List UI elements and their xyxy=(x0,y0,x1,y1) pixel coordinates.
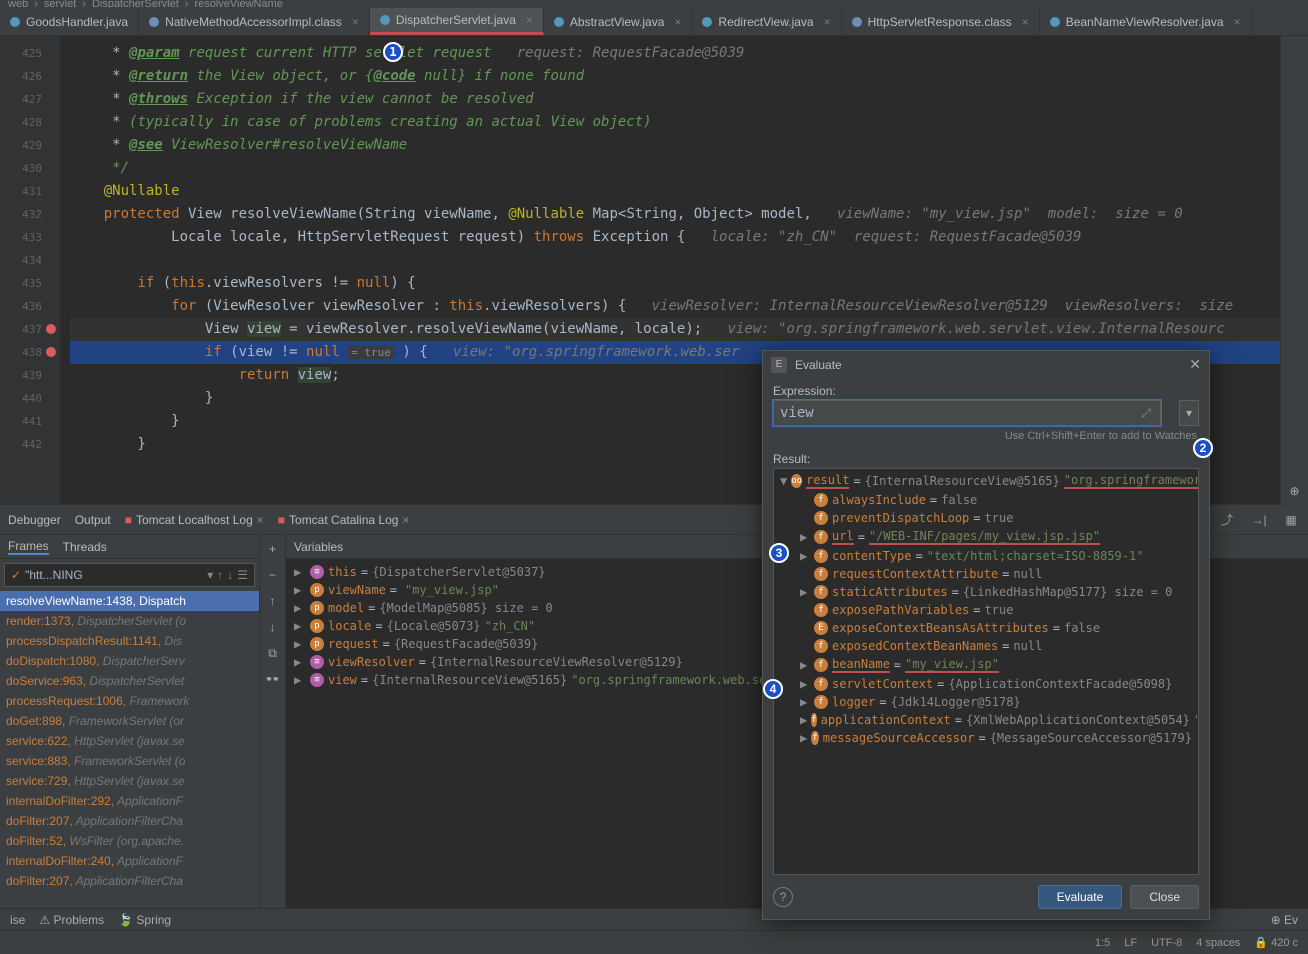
evaluate-dialog: E Evaluate ✕ Expression: ⤢ ▾ Use Ctrl+Sh… xyxy=(762,350,1210,920)
evaluate-icon: E xyxy=(771,357,787,373)
result-row[interactable]: ▼oo result = {InternalResourceView@5165}… xyxy=(776,471,1196,491)
remove-watch-icon[interactable]: − xyxy=(263,565,283,585)
evaluate-hint: Use Ctrl+Shift+Enter to add to Watches xyxy=(763,426,1209,446)
event-log-icon[interactable]: ⊕ Ev xyxy=(1271,913,1298,927)
stack-frame[interactable]: render:1373, DispatcherServlet (o xyxy=(0,611,259,631)
up-icon[interactable]: ↑ xyxy=(263,591,283,611)
close-icon[interactable]: ✕ xyxy=(1189,356,1201,373)
copy-icon[interactable]: ⧉ xyxy=(263,643,283,663)
close-button[interactable]: Close xyxy=(1130,885,1199,909)
result-row[interactable]: ▶f logger = {Jdk14Logger@5178} xyxy=(776,693,1196,711)
tab-tomcat-catalina[interactable]: ■ Tomcat Catalina Log × xyxy=(278,513,410,527)
stack-frame[interactable]: internalDoFilter:292, ApplicationF xyxy=(0,791,259,811)
glasses-icon[interactable]: 👓 xyxy=(263,669,283,689)
stack-list[interactable]: resolveViewName:1438, Dispatchrender:137… xyxy=(0,591,259,922)
line-gutter: 4254264274284294304314324334344354364374… xyxy=(0,36,60,504)
caret-position[interactable]: 1:5 xyxy=(1095,937,1110,949)
ise-tab[interactable]: ise xyxy=(10,913,25,927)
editor-tabbar: GoodsHandler.javaNativeMethodAccessorImp… xyxy=(0,8,1308,36)
run-to-cursor-icon[interactable]: →| xyxy=(1250,511,1268,529)
evaluate-title: Evaluate xyxy=(795,358,842,372)
editor-tab[interactable]: BeanNameViewResolver.java× xyxy=(1040,8,1252,35)
line-ending[interactable]: LF xyxy=(1124,937,1137,949)
result-row[interactable]: f exposedContextBeanNames = null xyxy=(776,637,1196,655)
expression-input[interactable] xyxy=(773,400,1161,426)
gear-icon[interactable]: ⊕ xyxy=(1286,482,1304,500)
threads-tab[interactable]: Threads xyxy=(63,540,107,554)
result-row[interactable]: f requestContextAttribute = null xyxy=(776,565,1196,583)
editor-tab[interactable]: NativeMethodAccessorImpl.class× xyxy=(139,8,370,35)
help-icon[interactable]: ? xyxy=(773,887,793,907)
expression-history-dropdown[interactable]: ▾ xyxy=(1179,400,1199,426)
tab-debugger[interactable]: Debugger xyxy=(8,513,61,527)
spring-tab[interactable]: 🍃 Spring xyxy=(118,913,171,927)
editor-tab[interactable]: AbstractView.java× xyxy=(544,8,693,35)
editor-right-strip: ⊕ xyxy=(1280,36,1308,506)
stack-frame[interactable]: doFilter:207, ApplicationFilterCha xyxy=(0,811,259,831)
vars-toolbar: + − ↑ ↓ ⧉ 👓 xyxy=(260,535,286,922)
stack-frame[interactable]: processRequest:1006, Framework xyxy=(0,691,259,711)
result-tree[interactable]: ▼oo result = {InternalResourceView@5165}… xyxy=(773,468,1199,875)
tab-output[interactable]: Output xyxy=(75,513,111,527)
result-row[interactable]: ▶f servletContext = {ApplicationContextF… xyxy=(776,675,1196,693)
stack-frame[interactable]: doGet:898, FrameworkServlet (or xyxy=(0,711,259,731)
stack-frame[interactable]: service:729, HttpServlet (javax.se xyxy=(0,771,259,791)
stack-frame[interactable]: doFilter:207, ApplicationFilterCha xyxy=(0,871,259,891)
result-row[interactable]: f exposePathVariables = true xyxy=(776,601,1196,619)
result-row[interactable]: E exposeContextBeansAsAttributes = false xyxy=(776,619,1196,637)
evaluate-button[interactable]: Evaluate xyxy=(1038,885,1123,909)
stack-frame[interactable]: doService:963, DispatcherServlet xyxy=(0,671,259,691)
result-label: Result: 2 xyxy=(763,446,1209,468)
breadcrumb: web › servlet › DispatcherServlet › reso… xyxy=(0,0,1308,8)
annotation-1: 1 xyxy=(383,42,403,62)
stack-frame[interactable]: doDispatch:1080, DispatcherServ xyxy=(0,651,259,671)
result-row[interactable]: ▶f messageSourceAccessor = {MessageSourc… xyxy=(776,729,1196,747)
annotation-4: 4 xyxy=(763,679,783,699)
frames-tab[interactable]: Frames xyxy=(8,539,49,555)
indent[interactable]: 4 spaces xyxy=(1196,937,1240,949)
status-bar: 1:5 LF UTF-8 4 spaces 🔒 420 c xyxy=(0,930,1308,954)
problems-tab[interactable]: ⚠ Problems xyxy=(39,913,104,927)
editor-tab[interactable]: DispatcherServlet.java× xyxy=(370,8,544,35)
result-row[interactable]: ▶f beanName = "my_view.jsp" xyxy=(776,655,1196,675)
editor-tab[interactable]: GoodsHandler.java xyxy=(0,8,139,35)
annotation-3: 3 xyxy=(769,543,789,563)
tab-tomcat-local[interactable]: ■ Tomcat Localhost Log × xyxy=(125,513,264,527)
expand-icon[interactable]: ⤢ xyxy=(1141,406,1151,421)
result-row[interactable]: f preventDispatchLoop = true xyxy=(776,509,1196,527)
result-row[interactable]: f alwaysInclude = false xyxy=(776,491,1196,509)
result-row[interactable]: ▶f contentType = "text/html;charset=ISO-… xyxy=(776,547,1196,565)
annotation-2: 2 xyxy=(1193,438,1213,458)
stack-frame[interactable]: internalDoFilter:240, ApplicationF xyxy=(0,851,259,871)
expression-label: Expression: xyxy=(763,378,1209,400)
result-row[interactable]: ▶f applicationContext = {XmlWebApplicati… xyxy=(776,711,1196,729)
git-branch[interactable]: 🔒 420 c xyxy=(1254,936,1298,949)
drop-frame-icon[interactable]: ⤴ xyxy=(1218,511,1236,529)
thread-selector[interactable]: ✓"htt...NING ▾ ↑↓☰ xyxy=(4,563,255,587)
editor-tab[interactable]: RedirectView.java× xyxy=(692,8,841,35)
stack-frame[interactable]: service:622, HttpServlet (javax.se xyxy=(0,731,259,751)
down-icon[interactable]: ↓ xyxy=(263,617,283,637)
stack-frame[interactable]: doFilter:52, WsFilter (org.apache. xyxy=(0,831,259,851)
frames-panel: Frames Threads ✓"htt...NING ▾ ↑↓☰ resolv… xyxy=(0,535,260,922)
result-row[interactable]: ▶f staticAttributes = {LinkedHashMap@517… xyxy=(776,583,1196,601)
add-watch-icon[interactable]: + xyxy=(263,539,283,559)
result-row[interactable]: ▶f url = "/WEB-INF/pages/my_view.jsp.jsp… xyxy=(776,527,1196,547)
stack-frame[interactable]: processDispatchResult:1141, Dis xyxy=(0,631,259,651)
stack-frame[interactable]: resolveViewName:1438, Dispatch xyxy=(0,591,259,611)
evaluate-icon[interactable]: ▦ xyxy=(1282,511,1300,529)
encoding[interactable]: UTF-8 xyxy=(1151,937,1182,949)
stack-frame[interactable]: service:883, FrameworkServlet (o xyxy=(0,751,259,771)
editor-tab[interactable]: HttpServletResponse.class× xyxy=(842,8,1040,35)
